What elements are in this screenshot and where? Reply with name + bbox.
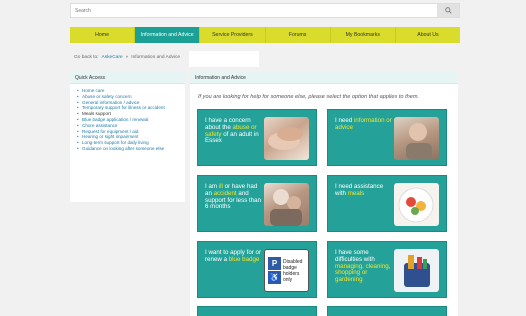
hands-photo bbox=[264, 117, 309, 160]
tile-text: I want to apply for or renew a blue badg… bbox=[198, 242, 264, 297]
search-button[interactable] bbox=[437, 4, 459, 17]
tile-meals[interactable]: I need assistance with meals bbox=[327, 175, 447, 232]
tile-managing-cleaning[interactable]: I have some difficulties with managing, … bbox=[327, 241, 447, 298]
tile-text: I need assistance with meals bbox=[328, 176, 394, 231]
search-input[interactable] bbox=[71, 4, 437, 17]
main-nav: Home Information and Advice Service Prov… bbox=[70, 27, 461, 43]
nav-about-us[interactable]: About Us bbox=[395, 27, 461, 43]
tile-text: I have some difficulties with managing, … bbox=[328, 242, 394, 297]
nav-information-and-advice[interactable]: Information and Advice bbox=[135, 27, 201, 43]
main-panel-title: Information and Advice bbox=[190, 72, 458, 84]
tile-blue-badge[interactable]: I want to apply for or renew a blue badg… bbox=[197, 241, 317, 298]
tile-partial-left[interactable] bbox=[197, 306, 317, 316]
nav-service-providers[interactable]: Service Providers bbox=[200, 27, 266, 43]
intro-text: If you are looking for help for someone … bbox=[198, 94, 420, 100]
breadcrumb-box bbox=[189, 51, 259, 67]
elderly-couple-photo bbox=[264, 183, 309, 226]
quick-access-title: Quick Access bbox=[70, 72, 185, 84]
nav-home[interactable]: Home bbox=[70, 27, 136, 43]
tile-partial-right[interactable] bbox=[327, 306, 447, 316]
meal-plate-photo bbox=[394, 183, 439, 226]
quick-access-panel: Quick Access Home care Abuse or safety c… bbox=[70, 72, 185, 202]
main-panel: Information and Advice If you are lookin… bbox=[190, 72, 458, 316]
search-bar bbox=[70, 3, 460, 18]
tile-text: I need information or advice bbox=[328, 110, 394, 165]
wheelchair-icon: ♿ bbox=[268, 271, 281, 284]
tile-text-part: I have some difficulties with bbox=[335, 249, 375, 263]
badge-icons: P ♿ bbox=[268, 257, 281, 284]
parking-icon: P bbox=[268, 257, 281, 270]
elderly-man-photo bbox=[394, 117, 439, 160]
quick-link-guidance[interactable]: Guidance on looking after someone else bbox=[77, 146, 179, 152]
badge-sign-text: Disabled badge holders only bbox=[283, 258, 303, 283]
breadcrumb-separator: » bbox=[125, 55, 129, 60]
tile-highlight: blue badge bbox=[228, 255, 260, 263]
breadcrumb-link-askecare[interactable]: AskeCare bbox=[102, 55, 123, 60]
nav-my-bookmarks[interactable]: My Bookmarks bbox=[330, 27, 396, 43]
nav-forums[interactable]: Forums bbox=[265, 27, 331, 43]
blue-badge-sign: P ♿ Disabled badge holders only bbox=[264, 249, 309, 292]
breadcrumb-prefix: Go back to: bbox=[74, 55, 99, 60]
tile-text: I have a concern about the abuse or safe… bbox=[198, 110, 264, 165]
cleaning-bucket-photo bbox=[394, 249, 439, 292]
breadcrumb: Go back to: AskeCare » Information and A… bbox=[74, 55, 180, 60]
quick-access-list: Home care Abuse or safety concern Genera… bbox=[70, 84, 185, 152]
tile-text: I am ill or have had an accident and sup… bbox=[198, 176, 264, 231]
tile-highlight: managing, cleaning, shopping or gardenin… bbox=[335, 262, 391, 284]
search-icon bbox=[444, 7, 452, 14]
tile-information-advice[interactable]: I need information or advice bbox=[327, 109, 447, 166]
tile-abuse-safety[interactable]: I have a concern about the abuse or safe… bbox=[197, 109, 317, 166]
tile-highlight: meals bbox=[347, 189, 365, 197]
breadcrumb-current: Information and Advice bbox=[131, 55, 181, 60]
tile-ill-accident[interactable]: I am ill or have had an accident and sup… bbox=[197, 175, 317, 232]
